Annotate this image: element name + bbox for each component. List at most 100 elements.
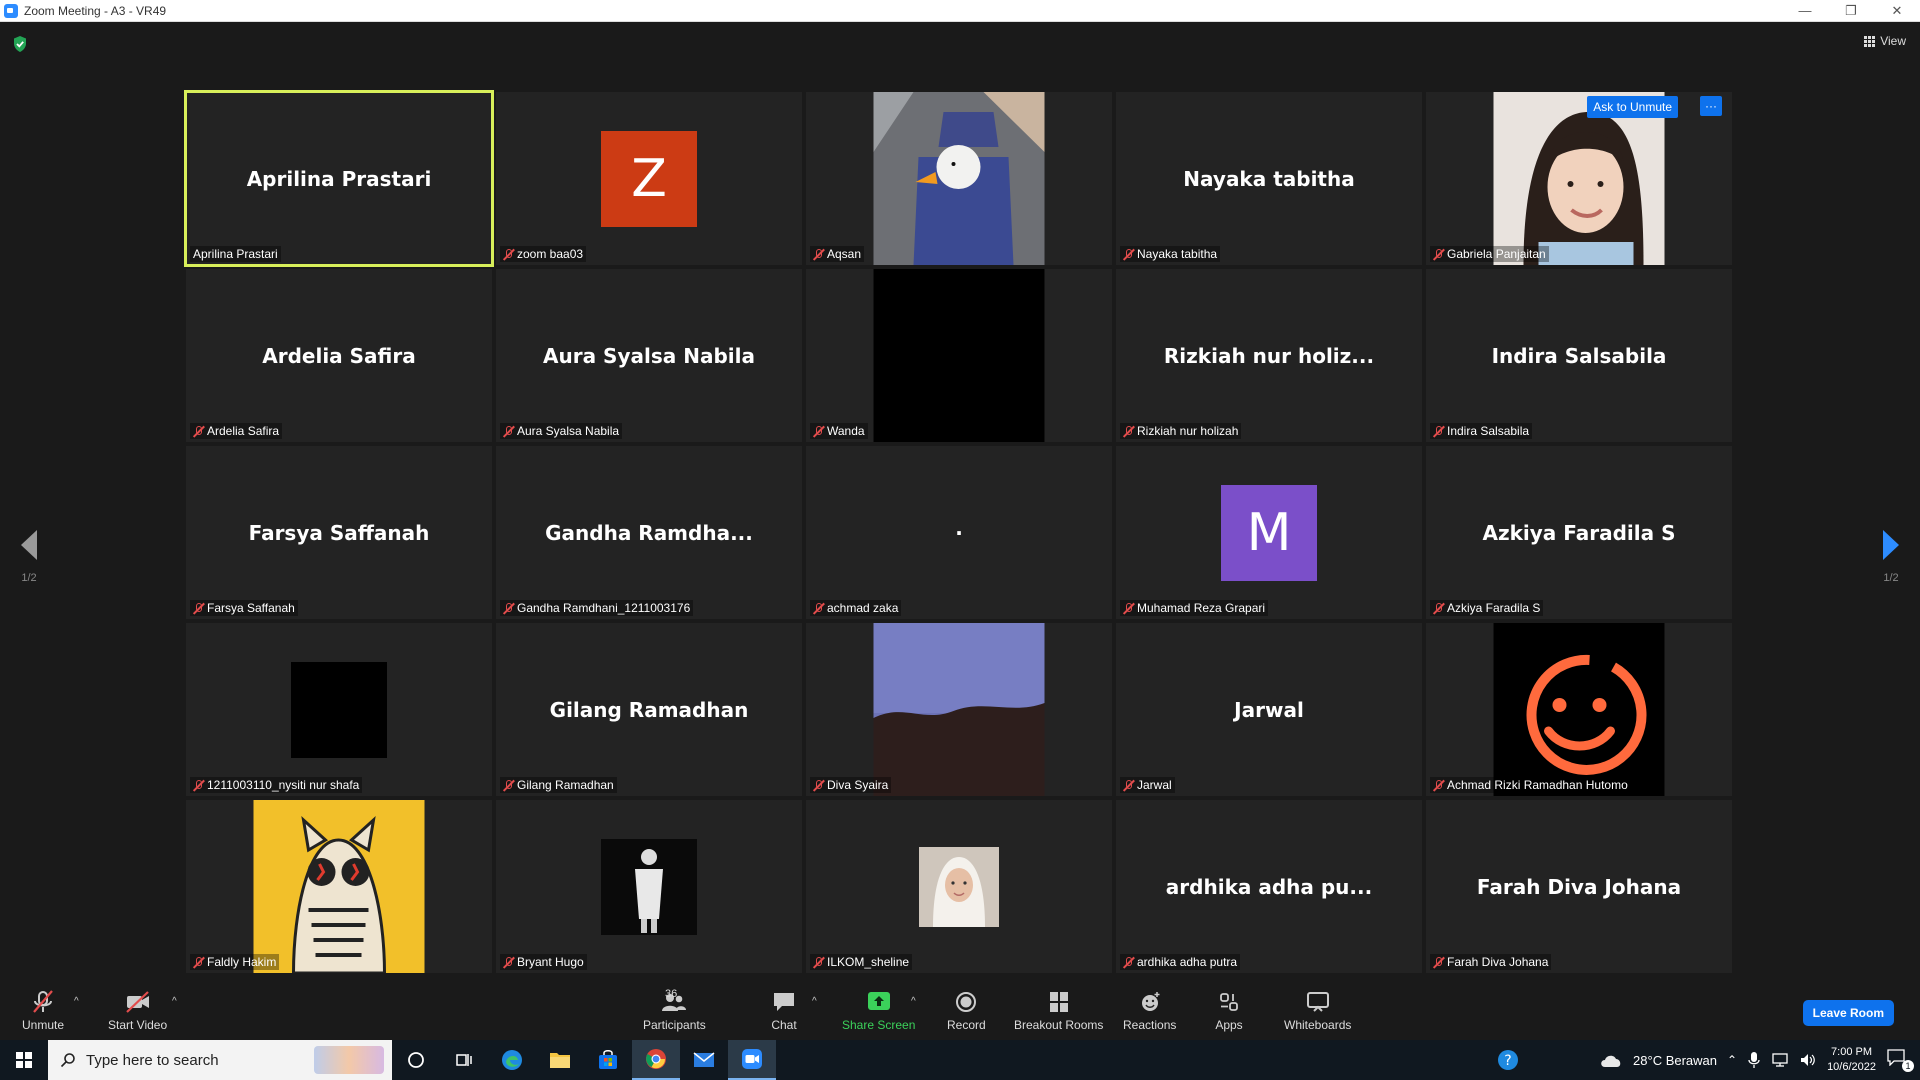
record-button[interactable]: Record [947, 990, 986, 1032]
share-screen-icon [867, 992, 890, 1010]
windows-logo-icon [16, 1052, 32, 1068]
security-shield-icon[interactable] [12, 35, 28, 53]
whiteboards-button[interactable]: Whiteboards [1284, 990, 1351, 1032]
view-button[interactable]: View [1864, 34, 1906, 48]
chat-options-caret[interactable]: ^ [812, 996, 817, 1007]
participant-name-label: Nayaka tabitha [1120, 246, 1221, 262]
cloud-weather-icon[interactable] [1599, 1052, 1623, 1068]
participant-display-name: Azkiya Faradila S [1482, 520, 1676, 545]
taskbar-file-explorer[interactable] [536, 1040, 584, 1080]
apps-button[interactable]: Apps [1215, 990, 1243, 1032]
search-placeholder: Type here to search [86, 1051, 219, 1069]
taskbar-store[interactable] [584, 1040, 632, 1080]
windows-taskbar: Type here to search ? 28°C Berawan ⌃ 7:0… [0, 1040, 1920, 1080]
participant-tile[interactable]: Nayaka tabitha Nayaka tabitha [1116, 92, 1422, 265]
taskbar-mail[interactable] [680, 1040, 728, 1080]
participant-tile[interactable]: Aura Syalsa Nabila Aura Syalsa Nabila [496, 269, 802, 442]
participant-tile[interactable]: ILKOM_sheline [806, 800, 1112, 973]
participant-tile[interactable]: Jarwal Jarwal [1116, 623, 1422, 796]
leave-room-button[interactable]: Leave Room [1802, 1000, 1894, 1026]
taskbar-edge[interactable] [488, 1040, 536, 1080]
participant-display-name: ardhika adha pu... [1165, 874, 1373, 899]
taskbar-clock[interactable]: 7:00 PM 10/6/2022 [1827, 1045, 1876, 1075]
participant-name: ILKOM_sheline [827, 955, 910, 969]
participant-tile[interactable]: Gilang Ramadhan Gilang Ramadhan [496, 623, 802, 796]
participant-name-label: Bryant Hugo [500, 954, 587, 970]
participant-tile[interactable]: Achmad Rizki Ramadhan Hutomo [1426, 623, 1732, 796]
cortana-button[interactable] [392, 1040, 440, 1080]
breakout-rooms-icon [1049, 992, 1068, 1012]
video-grid: Aprilina Prastari Aprilina Prastari Zzoom … [184, 90, 1734, 973]
microphone-muted-icon [503, 602, 514, 615]
participant-tile[interactable]: Gandha Ramdha... Gandha Ramdhani_12110031… [496, 446, 802, 619]
participant-tile[interactable]: Wanda [806, 269, 1112, 442]
participant-tile[interactable]: Farah Diva Johana Farah Diva Johana [1426, 800, 1732, 973]
participant-tile[interactable]: Aprilina Prastari Aprilina Prastari [184, 90, 494, 267]
meeting-toolbar: Unmute ^ Start Video ^ 36 Participants C… [0, 982, 1920, 1040]
network-icon[interactable] [1771, 1052, 1789, 1068]
taskbar-zoom[interactable] [728, 1040, 776, 1080]
microphone-muted-icon [1123, 602, 1134, 615]
taskbar-search[interactable]: Type here to search [48, 1040, 392, 1080]
participant-name-label: 1211003110_nysiti nur shafa [190, 777, 363, 793]
participant-tile[interactable]: Farsya Saffanah Farsya Saffanah [186, 446, 492, 619]
weather-text[interactable]: 28°C Berawan [1633, 1053, 1717, 1068]
microphone-muted-icon [813, 248, 824, 261]
participant-name-label: Rizkiah nur holizah [1120, 423, 1242, 439]
participant-tile[interactable]: Bryant Hugo [496, 800, 802, 973]
participant-tile[interactable]: 1211003110_nysiti nur shafa [186, 623, 492, 796]
help-icon[interactable]: ? [1497, 1049, 1519, 1071]
participant-tile[interactable]: M Muhamad Reza Grapari [1116, 446, 1422, 619]
participant-name: zoom baa03 [517, 247, 584, 261]
participant-display-name: Aura Syalsa Nabila [543, 343, 755, 368]
participant-tile[interactable]: Faldly Hakim [186, 800, 492, 973]
participant-tile[interactable]: Zzoom baa03 [496, 92, 802, 265]
reactions-button[interactable]: Reactions [1123, 990, 1176, 1032]
cat-sunglasses-artwork [253, 800, 425, 973]
black-square-avatar [291, 661, 387, 758]
next-page-button[interactable]: 1/2 [1876, 530, 1906, 584]
participant-tile[interactable]: Azkiya Faradila S Azkiya Faradila S [1426, 446, 1732, 619]
start-video-button[interactable]: Start Video [108, 990, 167, 1032]
share-options-caret[interactable]: ^ [911, 996, 916, 1007]
participant-name: Gandha Ramdhani_1211003176 [517, 601, 691, 615]
participant-more-options-button[interactable]: ··· [1700, 96, 1722, 116]
taskbar-chrome[interactable] [632, 1040, 680, 1080]
participant-tile[interactable]: Aqsan [806, 92, 1112, 265]
search-highlight-illustration [314, 1046, 384, 1074]
video-options-caret[interactable]: ^ [172, 996, 177, 1007]
unmute-button[interactable]: Unmute [22, 990, 64, 1032]
participant-tile[interactable]: Ardelia Safira Ardelia Safira [186, 269, 492, 442]
close-button[interactable]: ✕ [1874, 0, 1920, 22]
previous-page-button[interactable]: 1/2 [14, 530, 44, 584]
volume-icon[interactable] [1799, 1052, 1817, 1068]
task-view-button[interactable] [440, 1040, 488, 1080]
participant-tile[interactable]: Indira Salsabila Indira Salsabila [1426, 269, 1732, 442]
participant-name: Indira Salsabila [1447, 424, 1530, 438]
audio-options-caret[interactable]: ^ [74, 996, 79, 1007]
participant-tile[interactable]: Gabriela Panjaitan Ask to Unmute ··· [1426, 92, 1732, 265]
participant-tile[interactable]: ardhika adha pu... ardhika adha putra [1116, 800, 1422, 973]
microphone-tray-icon[interactable] [1747, 1051, 1761, 1069]
show-hidden-icons-chevron-icon[interactable]: ⌃ [1727, 1053, 1737, 1067]
notifications-button[interactable]: 1 [1886, 1048, 1914, 1072]
participant-name: Nayaka tabitha [1137, 247, 1218, 261]
participants-button[interactable]: 36 Participants [643, 988, 706, 1032]
ask-to-unmute-button[interactable]: Ask to Unmute [1587, 96, 1678, 118]
participant-tile[interactable]: Rizkiah nur holiz... Rizkiah nur holizah [1116, 269, 1422, 442]
start-button[interactable] [0, 1040, 48, 1080]
restore-button[interactable]: ❐ [1828, 0, 1874, 22]
apps-label: Apps [1215, 1018, 1243, 1032]
chat-button[interactable]: Chat [770, 990, 798, 1032]
share-screen-button[interactable]: Share Screen [842, 990, 915, 1032]
arrow-right-icon [1883, 530, 1899, 560]
participant-name: 1211003110_nysiti nur shafa [207, 778, 360, 792]
participant-tile[interactable]: · achmad zaka [806, 446, 1112, 619]
participant-tile[interactable]: Diva Syaira [806, 623, 1112, 796]
record-label: Record [947, 1018, 986, 1032]
breakout-rooms-button[interactable]: Breakout Rooms [1014, 990, 1103, 1032]
clock-date: 10/6/2022 [1827, 1061, 1876, 1073]
participant-name: Gilang Ramadhan [517, 778, 614, 792]
minimize-button[interactable]: — [1782, 0, 1828, 22]
participant-name-label: Achmad Rizki Ramadhan Hutomo [1430, 777, 1631, 793]
